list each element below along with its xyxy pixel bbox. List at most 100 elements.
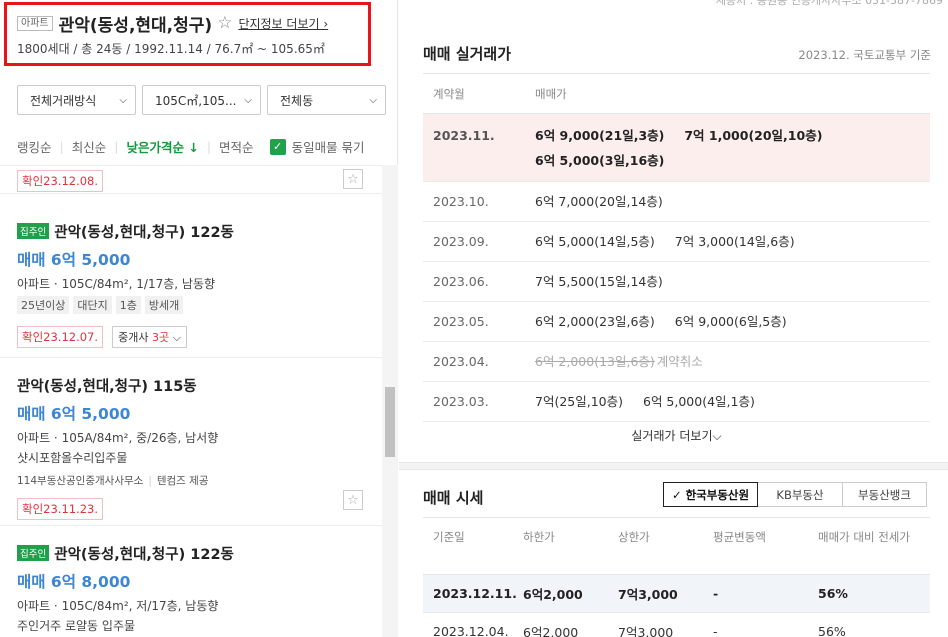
table-row: 2023.11. 6억 9,000(21일,3층) 7억 1,000(20일,10층…	[423, 114, 930, 182]
sale-prices: 7억 5,500(15일,14층)	[535, 274, 930, 289]
contract-month: 2023.05.	[433, 314, 489, 329]
table-row: 2023.05. 6억 2,000(23일,6층) 6억 9,000(6일,5층)	[423, 302, 930, 342]
list-item[interactable]: 관악(동성,현대,청구) 115동 매매 6억 5,000 아파트 · 105A…	[0, 358, 382, 526]
sale-price: 7억 5,500(15일,14층)	[535, 274, 663, 289]
listing-spec: 아파트 · 105C/84m², 저/17층, 남동향	[17, 599, 219, 613]
tag: 25년이상	[17, 296, 70, 314]
sale-prices: 6억 5,000(14일,5층) 7억 3,000(14일,6층)	[535, 234, 930, 249]
check-icon: ✓	[671, 487, 682, 502]
transaction-table: 계약월 매매가 2023.11. 6억 9,000(21일,3층) 7억 1,000…	[423, 73, 930, 422]
sale-prices: 6억 7,000(20일,14층)	[535, 194, 930, 209]
listing-title: 관악(동성,현대,청구) 115동	[17, 379, 197, 395]
favorite-star-icon[interactable]: ☆	[343, 169, 363, 189]
sale-prices: 6억 9,000(21일,3층) 7억 1,000(20일,10층) 6억 5,00…	[535, 123, 930, 173]
chevron-down-icon: ⌵	[369, 94, 377, 106]
sale-price: 6억 5,000(3일,16층)	[535, 153, 665, 168]
more-transactions-link[interactable]: 실거래가 더보기⌵	[423, 418, 930, 454]
table-row: 2023.10. 6억 7,000(20일,14층)	[423, 182, 930, 222]
listing-price: 매매 6억 8,000	[17, 573, 131, 591]
table-row: 2023.09. 6억 5,000(14일,5층) 7억 3,000(14일,6층)	[423, 222, 930, 262]
cancel-label: 계약취소	[656, 354, 703, 369]
scrollbar[interactable]	[382, 165, 398, 637]
tag: 방세개	[144, 296, 184, 314]
market-title: 매매 시세	[423, 489, 484, 507]
sort-bar: 랭킹순 | 최신순 | 낮은가격순 ↓ | 면적순 ✓ 동일매물 묶기	[17, 137, 365, 156]
favorite-star-icon[interactable]: ☆	[217, 13, 232, 33]
listing-spec: 아파트 · 105A/84m², 중/26층, 남서향	[17, 431, 219, 445]
listing-list[interactable]: 확인23.12.08. ☆ 집주인 관악(동성,현대,청구) 122동 매매 6억…	[0, 165, 382, 637]
list-item[interactable]: 집주인 관악(동성,현대,청구) 122동 매매 6억 8,000 아파트 · 1…	[0, 526, 382, 637]
sale-price: 6억 2,000(23일,6층)	[535, 314, 655, 329]
table-row: 2023.12.04. 6억2,000 7억3,000 - 56%	[423, 613, 930, 637]
listing-description: 샷시포함올수리입주물	[17, 451, 128, 465]
owner-badge: 집주인	[17, 545, 50, 561]
table-row: 2023.03. 7억(25일,10층) 6억 5,000(4일,1층)	[423, 382, 930, 422]
table-row: 2023.04. 6억 2,000(13일,6층) 계약취소	[423, 342, 930, 382]
sale-prices: 6억 2,000(13일,6층) 계약취소	[535, 354, 930, 369]
listing-title: 관악(동성,현대,청구) 122동	[54, 225, 234, 241]
contract-month: 2023.09.	[433, 234, 489, 249]
sale-prices: 7억(25일,10층) 6억 5,000(4일,1층)	[535, 394, 930, 409]
sale-price: 6억 5,000(14일,5층)	[535, 234, 655, 249]
listing-price: 매매 6억 5,000	[17, 251, 131, 269]
owner-badge: 집주인	[17, 223, 50, 239]
building-select[interactable]: 전체동 ⌵	[267, 85, 386, 115]
sort-ranking[interactable]: 랭킹순	[17, 137, 52, 156]
sort-latest[interactable]: 최신순	[72, 137, 107, 156]
sort-area[interactable]: 면적순	[219, 137, 254, 156]
listing-spec: 아파트 · 105C/84m², 1/17층, 남동향	[17, 277, 216, 291]
complex-header: 아파트 관악(동성,현대,청구) ☆ 단지정보 더보기 › 1800세대 / 총…	[4, 2, 371, 66]
market-table: 기준일 하한가 상한가 평균변동액 매매가 대비 전세가 2023.12.11.…	[423, 517, 930, 637]
transaction-title: 매매 실거래가	[423, 45, 512, 63]
section-divider	[399, 462, 948, 470]
tab-real-estate-bank[interactable]: 부동산뱅크	[842, 482, 927, 507]
group-same-listing-toggle[interactable]: ✓ 동일매물 묶기	[269, 137, 365, 156]
area-select[interactable]: 105C㎡,105... ⌵	[142, 85, 261, 115]
table-header: 계약월 매매가	[423, 74, 930, 114]
listing-source: 114부동산공인중개사사무소 | 텐컴즈 제공	[17, 475, 209, 487]
contract-month: 2023.11.	[433, 128, 495, 143]
listing-tags: 25년이상 대단지 1층 방세개	[17, 296, 234, 314]
complex-detail-link[interactable]: 단지정보 더보기 ›	[238, 15, 328, 32]
market-source-tabs: ✓ 한국부동산원 KB부동산 부동산뱅크	[663, 482, 927, 507]
tag: 1층	[115, 296, 141, 314]
confirm-date: 확인23.11.23.	[17, 498, 104, 520]
list-item[interactable]: 집주인 관악(동성,현대,청구) 122동 매매 6억 5,000 아파트 · 1…	[0, 195, 382, 358]
sale-price: 6억 7,000(20일,14층)	[535, 194, 663, 209]
tab-korea-real-estate-board[interactable]: ✓ 한국부동산원	[663, 482, 758, 507]
apartment-badge: 아파트	[17, 15, 53, 31]
scrollbar-thumb[interactable]	[385, 387, 395, 457]
list-item[interactable]: 확인23.12.08. ☆	[0, 166, 382, 194]
confirm-date: 확인23.12.07.	[17, 326, 104, 348]
sort-low-price[interactable]: 낮은가격순 ↓	[126, 137, 198, 156]
filter-bar: 전체거래방식 ⌵ 105C㎡,105... ⌵ 전체동 ⌵	[17, 85, 386, 115]
listing-description: 주인거주 로얄동 입주물	[17, 619, 136, 633]
sale-prices: 6억 2,000(23일,6층) 6억 9,000(6일,5층)	[535, 314, 930, 329]
chevron-down-icon: ⌵	[712, 429, 722, 443]
provider-strip: 제공처 : 동원동 인공개사사무소 031-387-7869	[715, 0, 943, 7]
favorite-star-icon[interactable]: ☆	[343, 490, 363, 510]
tag: 대단지	[73, 296, 112, 314]
transaction-source: 2023.12. 국토교통부 기준	[798, 48, 931, 62]
listing-price: 매매 6억 5,000	[17, 405, 131, 423]
agent-count-dropdown[interactable]: 중개사 3곳 ⌵	[112, 326, 187, 348]
complex-name: 관악(동성,현대,청구)	[58, 15, 213, 36]
sale-price: 7억 1,000(20일,10층)	[684, 128, 823, 143]
table-row: 2023.12.11. 6억2,000 7억3,000 - 56%	[423, 575, 930, 613]
table-header: 기준일 하한가 상한가 평균변동액 매매가 대비 전세가	[423, 518, 930, 575]
sale-price: 7억(25일,10층)	[535, 394, 623, 409]
table-row: 2023.06. 7억 5,500(15일,14층)	[423, 262, 930, 302]
chevron-down-icon: ⌵	[244, 94, 252, 106]
sale-price: 6억 9,000(21일,3층)	[535, 128, 665, 143]
sale-price: 6억 9,000(6일,5층)	[674, 314, 787, 329]
trade-type-select[interactable]: 전체거래방식 ⌵	[17, 85, 136, 115]
sale-price: 7억 3,000(14일,6층)	[674, 234, 795, 249]
detail-panel: 제공처 : 동원동 인공개사사무소 031-387-7869 매매 실거래가 2…	[399, 0, 948, 637]
contract-month: 2023.04.	[433, 354, 489, 369]
contract-month: 2023.10.	[433, 194, 489, 209]
contract-month: 2023.06.	[433, 274, 489, 289]
sale-price: 6억 5,000(4일,1층)	[643, 394, 755, 409]
contract-month: 2023.03.	[433, 394, 489, 409]
confirm-date: 확인23.12.08.	[17, 170, 104, 192]
tab-kb-real-estate[interactable]: KB부동산	[757, 482, 843, 507]
